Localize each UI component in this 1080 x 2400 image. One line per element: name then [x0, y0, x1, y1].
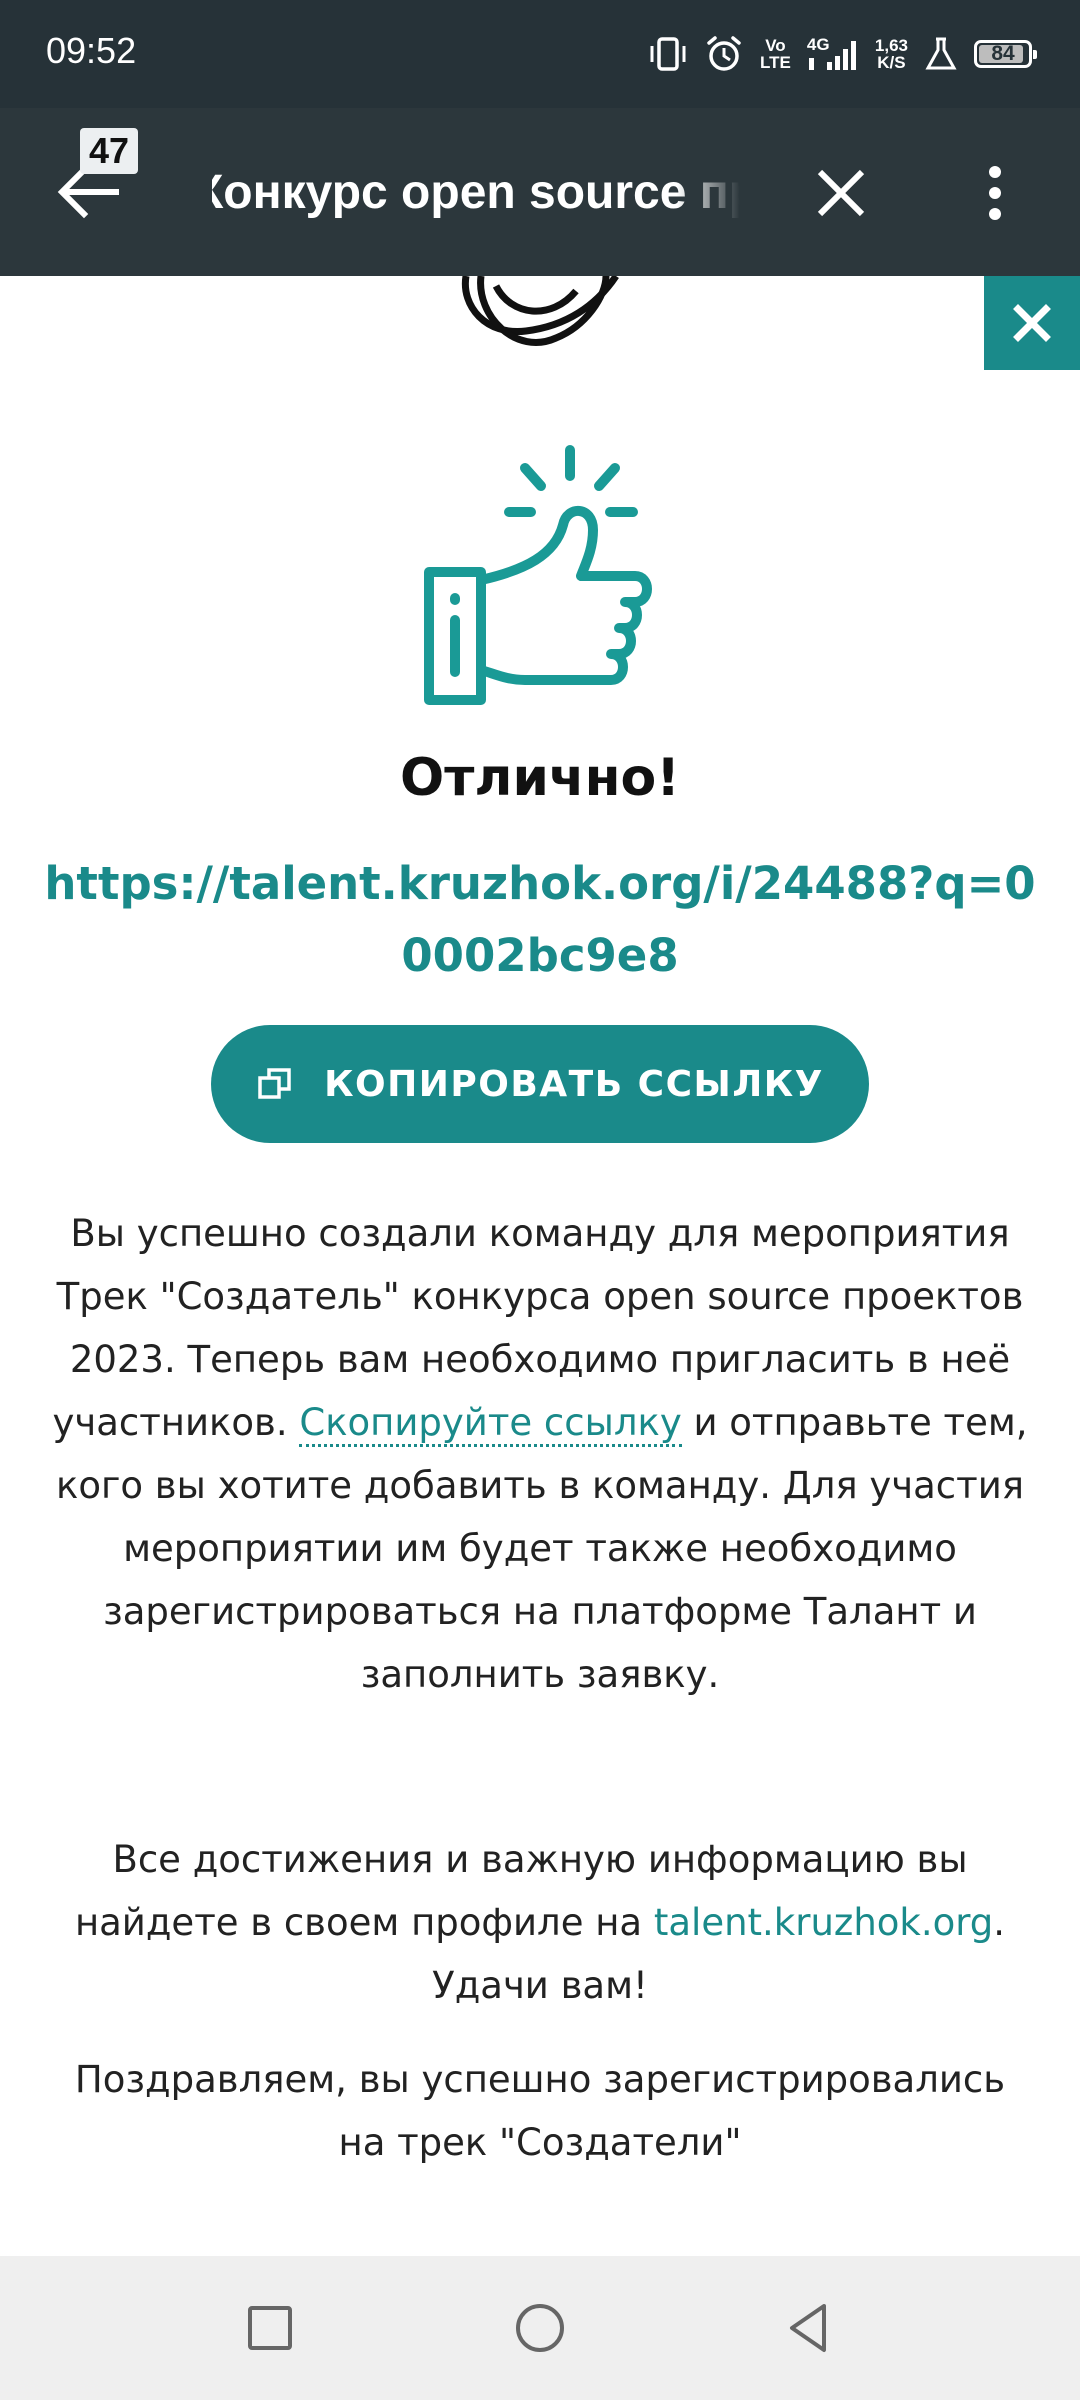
- invite-link[interactable]: https://talent.kruzhok.org/i/24488?q=000…: [40, 848, 1040, 992]
- home-icon[interactable]: [512, 2300, 568, 2356]
- copy-link-inline[interactable]: Скопируйте ссылку: [299, 1401, 682, 1447]
- back-icon[interactable]: [780, 2300, 836, 2356]
- more-vert-icon[interactable]: [970, 158, 1020, 228]
- status-bar: 09:52 Vo LTE 4G 1,63 K/S 84: [0, 0, 1080, 108]
- copy-icon: [258, 1068, 291, 1099]
- copy-link-label: КОПИРОВАТЬ ССЫЛКУ: [324, 1063, 824, 1105]
- battery-icon: 84: [974, 40, 1037, 68]
- status-time: 09:52: [46, 30, 137, 71]
- congrats-message: Поздравляем, вы успешно зарегистрировали…: [74, 2058, 1006, 2164]
- browser-toolbar: 47 Конкурс open source проектов: [0, 108, 1080, 276]
- page-title: Конкурс open source проектов: [212, 166, 740, 219]
- copy-link-button[interactable]: КОПИРОВАТЬ ССЫЛКУ: [211, 1025, 869, 1143]
- vibrate-icon: [650, 37, 686, 71]
- speed-indicator: 1,63 K/S: [874, 36, 908, 72]
- recent-apps-icon[interactable]: [242, 2300, 298, 2356]
- close-icon[interactable]: [808, 160, 874, 226]
- success-message: Вы успешно создали команду для мероприят…: [50, 1202, 1030, 1706]
- page-heading: Отлично!: [400, 748, 680, 808]
- profile-link[interactable]: talent.kruzhok.org: [654, 1901, 993, 1944]
- close-icon: [1013, 304, 1051, 342]
- signal-icon: 4G: [807, 34, 859, 74]
- volte-icon: Vo LTE: [760, 36, 791, 72]
- site-logo: [461, 276, 619, 346]
- alarm-icon: [707, 36, 741, 71]
- system-nav-bar: [0, 2256, 1080, 2400]
- profile-message: Все достижения и важную информацию вы на…: [50, 1828, 1030, 2017]
- flask-icon: [925, 37, 957, 70]
- tab-count-badge[interactable]: 47: [80, 128, 138, 174]
- status-icons: Vo LTE 4G 1,63 K/S 84: [648, 26, 1037, 82]
- thumbs-up-icon: [424, 445, 652, 705]
- dismiss-button[interactable]: [984, 276, 1080, 370]
